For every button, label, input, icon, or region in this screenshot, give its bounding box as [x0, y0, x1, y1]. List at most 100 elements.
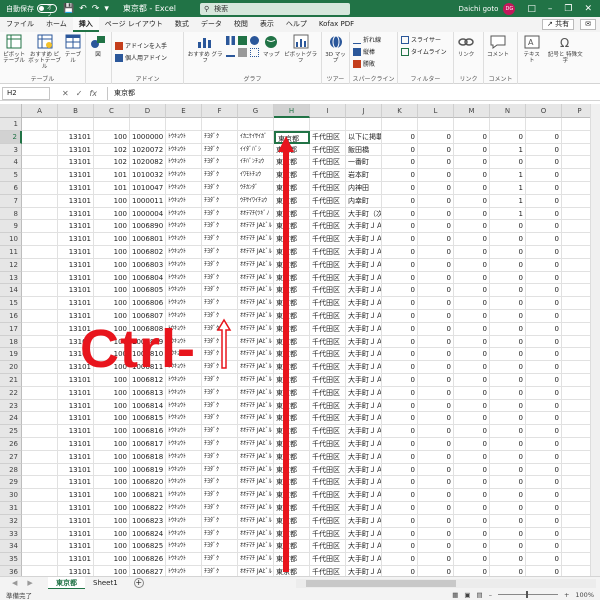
cell-C10[interactable]: 100	[94, 233, 130, 246]
cell-C14[interactable]: 100	[94, 284, 130, 298]
row-header[interactable]: 29	[0, 476, 22, 490]
cell-M14[interactable]: 0	[454, 284, 490, 298]
zoom-slider[interactable]	[497, 591, 558, 598]
cell-O29[interactable]: 0	[526, 476, 562, 490]
cell-B6[interactable]: 13101	[58, 182, 94, 195]
cell-A25[interactable]	[22, 425, 58, 438]
cell-M7[interactable]: 0	[454, 194, 490, 208]
cell-G9[interactable]: ｵｵﾃﾏﾁ JAﾋﾞﾙ	[238, 220, 274, 234]
cell-I20[interactable]: 千代田区	[310, 361, 346, 374]
row-header[interactable]: 10	[0, 233, 22, 246]
cell-D22[interactable]: 1006813	[130, 386, 166, 400]
cell-M10[interactable]: 0	[454, 233, 490, 246]
my-addins-button[interactable]: 個人用アドイン	[115, 52, 167, 63]
cell-D4[interactable]: 1020082	[130, 156, 166, 170]
cell-C30[interactable]: 100	[94, 489, 130, 502]
cell-D29[interactable]: 1006820	[130, 476, 166, 490]
cell-I14[interactable]: 千代田区	[310, 284, 346, 298]
cell-O11[interactable]: 0	[526, 246, 562, 259]
cell-K32[interactable]: 0	[382, 514, 418, 528]
cell-G32[interactable]: ｵｵﾃﾏﾁ JAﾋﾞﾙ	[238, 514, 274, 528]
cell-K3[interactable]: 0	[382, 143, 418, 157]
pivottable-button[interactable]: ピボット テーブル	[3, 34, 25, 64]
column-header-L[interactable]: L	[418, 104, 454, 118]
cell-A32[interactable]	[22, 514, 58, 528]
cell-J29[interactable]: 大手町ＪＡ	[346, 476, 382, 490]
cell-O18[interactable]: 0	[526, 335, 562, 349]
cell-L16[interactable]: 0	[418, 310, 454, 323]
table-button[interactable]: テーブル	[64, 34, 82, 64]
cell-K4[interactable]: 0	[382, 156, 418, 170]
text-button[interactable]: A テキスト	[521, 34, 542, 64]
cell-J9[interactable]: 大手町ＪＡ	[346, 220, 382, 234]
cell-B3[interactable]: 13101	[58, 143, 94, 157]
cell-J11[interactable]: 大手町ＪＡ	[346, 246, 382, 259]
cell-A4[interactable]	[22, 156, 58, 170]
cell-L26[interactable]: 0	[418, 438, 454, 451]
cell-M16[interactable]: 0	[454, 310, 490, 323]
cell-O23[interactable]: 0	[526, 399, 562, 413]
cell-L33[interactable]: 0	[418, 527, 454, 541]
cell-I15[interactable]: 千代田区	[310, 297, 346, 310]
cell-J7[interactable]: 内幸町	[346, 194, 382, 208]
cell-B31[interactable]: 13101	[58, 502, 94, 515]
cell-G28[interactable]: ｵｵﾃﾏﾁ JAﾋﾞﾙ	[238, 463, 274, 477]
cell-O21[interactable]: 0	[526, 374, 562, 387]
cell-J10[interactable]: 大手町ＪＡ	[346, 233, 382, 246]
tab-6[interactable]: 校閲	[228, 17, 254, 32]
cell-K30[interactable]: 0	[382, 489, 418, 502]
row-header[interactable]: 3	[0, 143, 22, 157]
cell-O26[interactable]: 0	[526, 438, 562, 451]
sparkline-winloss-button[interactable]: 勝敗	[353, 58, 381, 69]
cell-J18[interactable]: 大手町ＪＡ	[346, 335, 382, 349]
cell-J13[interactable]: 大手町ＪＡ	[346, 271, 382, 285]
vertical-scrollbar[interactable]	[590, 104, 600, 576]
cell-K15[interactable]: 0	[382, 297, 418, 310]
cell-L24[interactable]: 0	[418, 412, 454, 426]
cell-L9[interactable]: 0	[418, 220, 454, 234]
cell-O12[interactable]: 0	[526, 258, 562, 272]
cell-K26[interactable]: 0	[382, 438, 418, 451]
cell-O22[interactable]: 0	[526, 386, 562, 400]
cell-N34[interactable]: 0	[490, 540, 526, 554]
name-box[interactable]: H2	[2, 86, 50, 100]
cell-M13[interactable]: 0	[454, 271, 490, 285]
cell-N24[interactable]: 0	[490, 412, 526, 426]
cell-F9[interactable]: ﾁﾖﾀﾞｸ	[202, 220, 238, 234]
cell-I35[interactable]: 千代田区	[310, 553, 346, 566]
cell-N12[interactable]: 0	[490, 258, 526, 272]
cell-K11[interactable]: 0	[382, 246, 418, 259]
cell-O30[interactable]: 0	[526, 489, 562, 502]
cell-C12[interactable]: 100	[94, 258, 130, 272]
cell-B30[interactable]: 13101	[58, 489, 94, 502]
link-button[interactable]: リンク	[457, 34, 475, 58]
cell-L13[interactable]: 0	[418, 271, 454, 285]
cell-O5[interactable]: 0	[526, 169, 562, 182]
cell-C4[interactable]: 102	[94, 156, 130, 170]
cell-I17[interactable]: 千代田区	[310, 322, 346, 336]
cell-K7[interactable]: 0	[382, 194, 418, 208]
cell-N9[interactable]: 0	[490, 220, 526, 234]
column-header-N[interactable]: N	[490, 104, 526, 118]
cell-E5[interactable]: ﾄｳｷｮｳﾄ	[166, 169, 202, 182]
cell-C32[interactable]: 100	[94, 514, 130, 528]
cell-D1[interactable]	[130, 118, 166, 131]
cell-K5[interactable]: 0	[382, 169, 418, 182]
row-header[interactable]: 23	[0, 399, 22, 413]
cell-N23[interactable]: 0	[490, 399, 526, 413]
tab-5[interactable]: データ	[195, 17, 228, 32]
customize-qat-icon[interactable]: ▾	[104, 4, 109, 14]
cell-C5[interactable]: 101	[94, 169, 130, 182]
cell-A33[interactable]	[22, 527, 58, 541]
cell-G5[interactable]: ｲﾜﾓﾄﾁｮｳ	[238, 169, 274, 182]
cell-I26[interactable]: 千代田区	[310, 438, 346, 451]
cell-L14[interactable]: 0	[418, 284, 454, 298]
cell-M19[interactable]: 0	[454, 348, 490, 362]
cell-G14[interactable]: ｵｵﾃﾏﾁ JAﾋﾞﾙ	[238, 284, 274, 298]
cell-G24[interactable]: ｵｵﾃﾏﾁ JAﾋﾞﾙ	[238, 412, 274, 426]
cell-O13[interactable]: 0	[526, 271, 562, 285]
cell-J23[interactable]: 大手町ＪＡ	[346, 399, 382, 413]
tab-2[interactable]: 挿入	[72, 17, 99, 32]
cell-O16[interactable]: 0	[526, 310, 562, 323]
cell-I28[interactable]: 千代田区	[310, 463, 346, 477]
